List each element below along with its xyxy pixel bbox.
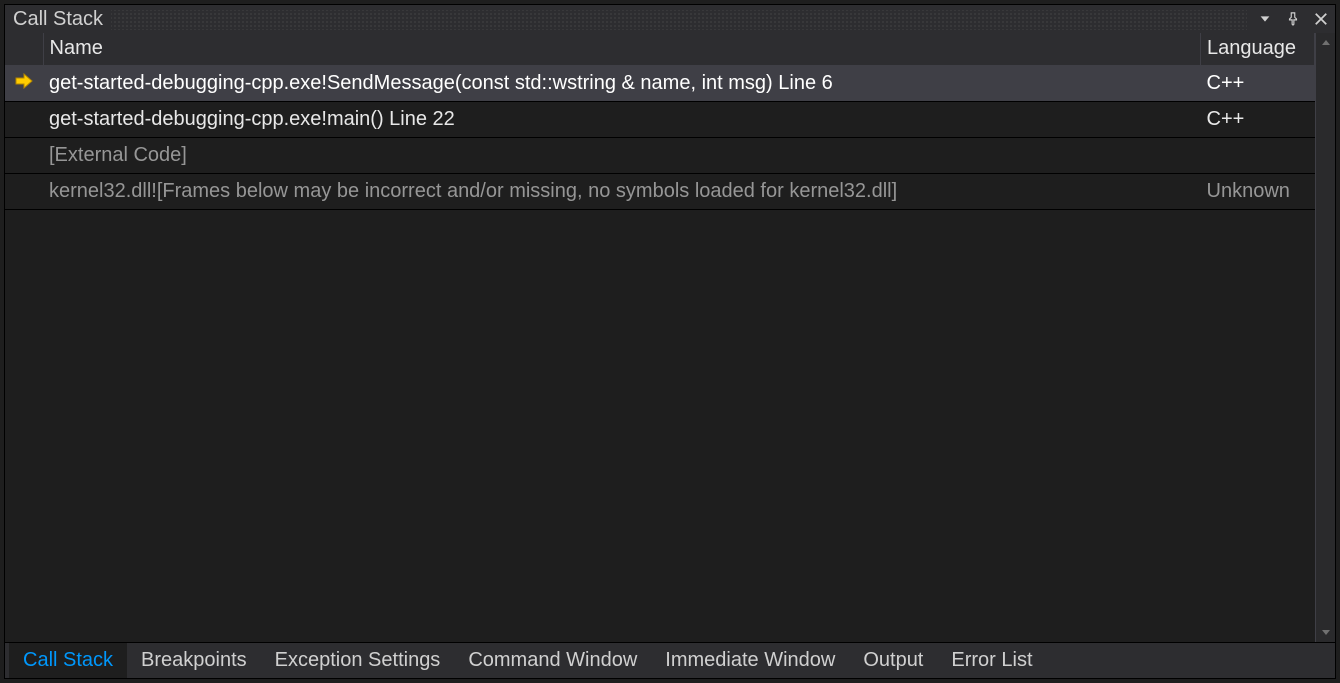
- window-position-button[interactable]: [1255, 9, 1275, 29]
- panel-title: Call Stack: [13, 8, 103, 31]
- call-stack-content: Name Language get-started-debugging-cpp.…: [5, 33, 1335, 642]
- frame-icon-cell: [5, 101, 43, 137]
- close-icon[interactable]: [1311, 9, 1331, 29]
- table-header-row: Name Language: [5, 33, 1315, 65]
- stack-frame-row[interactable]: get-started-debugging-cpp.exe!SendMessag…: [5, 65, 1315, 101]
- column-header-name[interactable]: Name: [43, 33, 1201, 65]
- tab-command-window[interactable]: Command Window: [454, 643, 651, 678]
- frame-language-cell: [1201, 137, 1315, 173]
- table-scroll: Name Language get-started-debugging-cpp.…: [5, 33, 1315, 642]
- frame-language-cell: C++: [1201, 101, 1315, 137]
- frame-icon-cell: [5, 173, 43, 209]
- frame-name-cell: [External Code]: [43, 137, 1201, 173]
- stack-frame-row[interactable]: get-started-debugging-cpp.exe!main() Lin…: [5, 101, 1315, 137]
- column-header-language[interactable]: Language: [1201, 33, 1315, 65]
- frame-language-cell: Unknown: [1201, 173, 1315, 209]
- frame-name-cell: get-started-debugging-cpp.exe!main() Lin…: [43, 101, 1201, 137]
- current-frame-arrow-icon: [14, 73, 34, 89]
- tab-error-list[interactable]: Error List: [937, 643, 1046, 678]
- table-wrap: Name Language get-started-debugging-cpp.…: [5, 33, 1335, 642]
- frame-name-cell: get-started-debugging-cpp.exe!SendMessag…: [43, 65, 1201, 101]
- tab-immediate-window[interactable]: Immediate Window: [651, 643, 849, 678]
- column-header-icon[interactable]: [5, 33, 43, 65]
- stack-frame-row[interactable]: [External Code]: [5, 137, 1315, 173]
- tab-output[interactable]: Output: [849, 643, 937, 678]
- tab-call-stack[interactable]: Call Stack: [9, 643, 127, 678]
- tab-exception-settings[interactable]: Exception Settings: [261, 643, 455, 678]
- vertical-scrollbar[interactable]: [1315, 33, 1335, 642]
- scroll-down-icon[interactable]: [1316, 622, 1336, 642]
- tab-breakpoints[interactable]: Breakpoints: [127, 643, 261, 678]
- call-stack-table: Name Language get-started-debugging-cpp.…: [5, 33, 1315, 210]
- pin-icon[interactable]: [1283, 9, 1303, 29]
- frame-icon-cell: [5, 137, 43, 173]
- call-stack-panel: Call Stack: [4, 4, 1336, 679]
- frame-language-cell: C++: [1201, 65, 1315, 101]
- scroll-up-icon[interactable]: [1316, 33, 1336, 53]
- frame-name-cell: kernel32.dll![Frames below may be incorr…: [43, 173, 1201, 209]
- title-bar-buttons: [1255, 9, 1331, 29]
- stack-frame-row[interactable]: kernel32.dll![Frames below may be incorr…: [5, 173, 1315, 209]
- panel-grip[interactable]: [111, 10, 1247, 30]
- panel-title-bar[interactable]: Call Stack: [5, 5, 1335, 33]
- frame-icon-cell: [5, 65, 43, 101]
- tool-window-tabs: Call StackBreakpointsException SettingsC…: [5, 642, 1335, 678]
